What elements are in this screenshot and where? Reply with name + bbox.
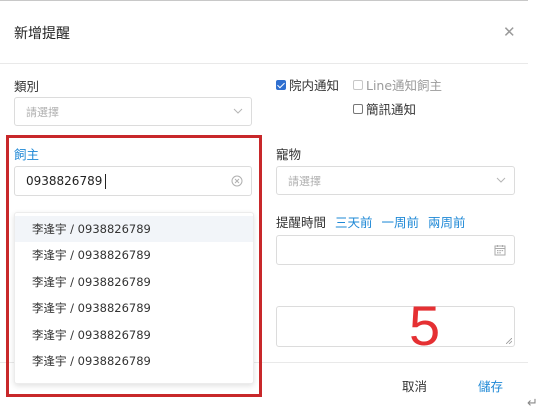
chevron-down-icon	[233, 108, 243, 114]
sms-checkbox[interactable]: 簡訊通知	[353, 99, 416, 118]
pet-placeholder: 請選擇	[288, 175, 321, 188]
quick-one-week[interactable]: 一周前	[382, 215, 420, 230]
dialog-title: 新增提醒	[14, 26, 70, 42]
checkbox-checked-icon	[276, 79, 286, 90]
highlight-box	[6, 135, 262, 397]
line-owner-label: Line通知飼主	[366, 78, 443, 93]
quick-three-days[interactable]: 三天前	[335, 215, 373, 230]
pet-select[interactable]: 請選擇	[276, 166, 515, 195]
reminder-time-label: 提醒時間	[276, 215, 327, 230]
resize-handle-icon[interactable]	[506, 338, 512, 344]
reminder-date-input[interactable]	[276, 235, 515, 265]
save-button[interactable]: 儲存	[478, 376, 503, 395]
calendar-icon[interactable]	[494, 244, 506, 256]
pet-label: 寵物	[276, 147, 302, 162]
category-label: 類別	[14, 79, 40, 94]
category-placeholder: 請選擇	[26, 106, 59, 119]
note-textarea[interactable]	[276, 306, 515, 347]
cancel-button[interactable]: 取消	[402, 376, 427, 395]
header-divider	[0, 63, 528, 64]
in-hospital-label: 院内通知	[289, 78, 340, 93]
checkbox-unchecked-icon	[353, 79, 363, 90]
close-icon[interactable]: ✕	[503, 23, 516, 41]
return-mark: ↵	[527, 396, 538, 411]
chevron-down-icon	[496, 177, 506, 183]
sms-label: 簡訊通知	[366, 102, 417, 117]
reminder-time-row: 提醒時間 三天前 一周前 兩周前	[276, 212, 466, 231]
quick-two-weeks[interactable]: 兩周前	[428, 215, 466, 230]
line-owner-checkbox[interactable]: Line通知飼主	[353, 75, 442, 94]
step-number: 5	[409, 294, 441, 357]
checkbox-unchecked-icon	[353, 103, 363, 114]
in-hospital-checkbox[interactable]: 院内通知	[276, 75, 339, 94]
category-select[interactable]: 請選擇	[14, 97, 252, 126]
